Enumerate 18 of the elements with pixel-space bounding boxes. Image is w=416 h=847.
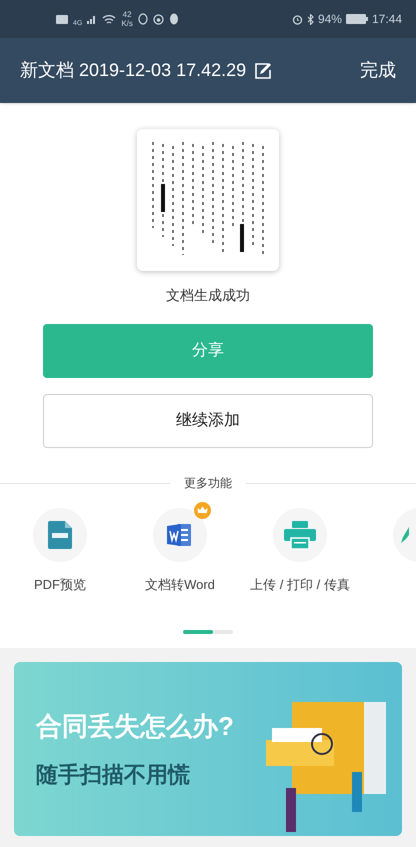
speed-unit: K/s [121,19,133,28]
feature-item[interactable]: PDF预览 [0,508,120,596]
feature-label: PDF预览 [33,576,87,594]
speed-value: 42 [122,10,132,19]
promo-banner[interactable]: 合同丢失怎么办? 随手扫描不用慌 [14,662,402,836]
feature-item[interactable]: 文档转Word [120,508,240,596]
done-button[interactable]: 完成 [360,57,396,84]
feature-item[interactable]: 上传 / 打印 / 传真 [240,508,360,596]
banner-headline: 合同丢失怎么办? [36,710,234,743]
banner-subline: 随手扫描不用慌 [36,761,191,789]
feature-label: 上传 / 打印 / 传真 [249,576,351,594]
success-message: 文档生成成功 [166,286,250,305]
more-features-title: 更多功能 [184,475,232,492]
feature-label: 文档转Word [144,576,216,594]
document-title: 新文档 2019-12-03 17.42.29 [20,59,246,82]
continue-add-button[interactable]: 继续添加 [43,394,373,448]
clock-time: 17:44 [372,11,402,28]
battery-percent: 94% [318,11,342,28]
